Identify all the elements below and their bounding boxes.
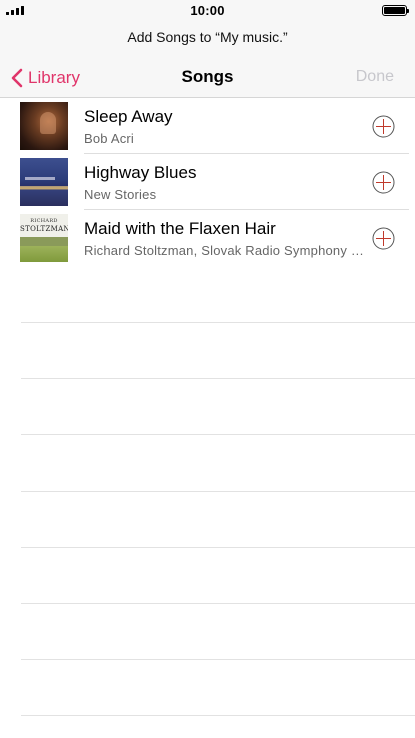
empty-row-divider [21,322,415,323]
song-title: Sleep Away [84,107,173,126]
album-art: RICHARD STOLTZMAN [20,214,68,262]
empty-row-divider [21,378,415,379]
album-art [20,102,68,150]
status-bar: 10:00 [0,0,415,22]
song-row[interactable]: Sleep Away Bob Acri [0,98,415,154]
empty-row-divider [21,603,415,604]
song-artist: Richard Stoltzman, Slovak Radio Symphony… [84,243,364,258]
status-time: 10:00 [190,3,225,18]
empty-row-divider [21,715,415,716]
album-art [20,158,68,206]
song-row[interactable]: Highway Blues New Stories [0,154,415,210]
add-icon[interactable] [372,227,395,250]
add-songs-prompt: Add Songs to “My music.” [127,29,288,45]
song-list: Sleep Away Bob Acri Highway Blues New St… [0,98,415,266]
empty-row-divider [21,491,415,492]
song-title: Highway Blues [84,163,197,182]
done-button[interactable]: Done [356,68,394,86]
navigation-bar: Library Songs Done [0,62,415,92]
header: 10:00 Add Songs to “My music.” Library S… [0,0,415,98]
add-icon[interactable] [372,115,395,138]
empty-row-divider [21,547,415,548]
song-row[interactable]: RICHARD STOLTZMAN Maid with the Flaxen H… [0,210,415,266]
add-icon[interactable] [372,171,395,194]
page-title: Songs [181,67,234,86]
empty-row-divider [21,659,415,660]
song-artist: Bob Acri [84,131,135,146]
song-title: Maid with the Flaxen Hair [84,219,276,238]
empty-row-divider [21,434,415,435]
battery-icon [382,5,409,16]
song-artist: New Stories [84,187,157,202]
